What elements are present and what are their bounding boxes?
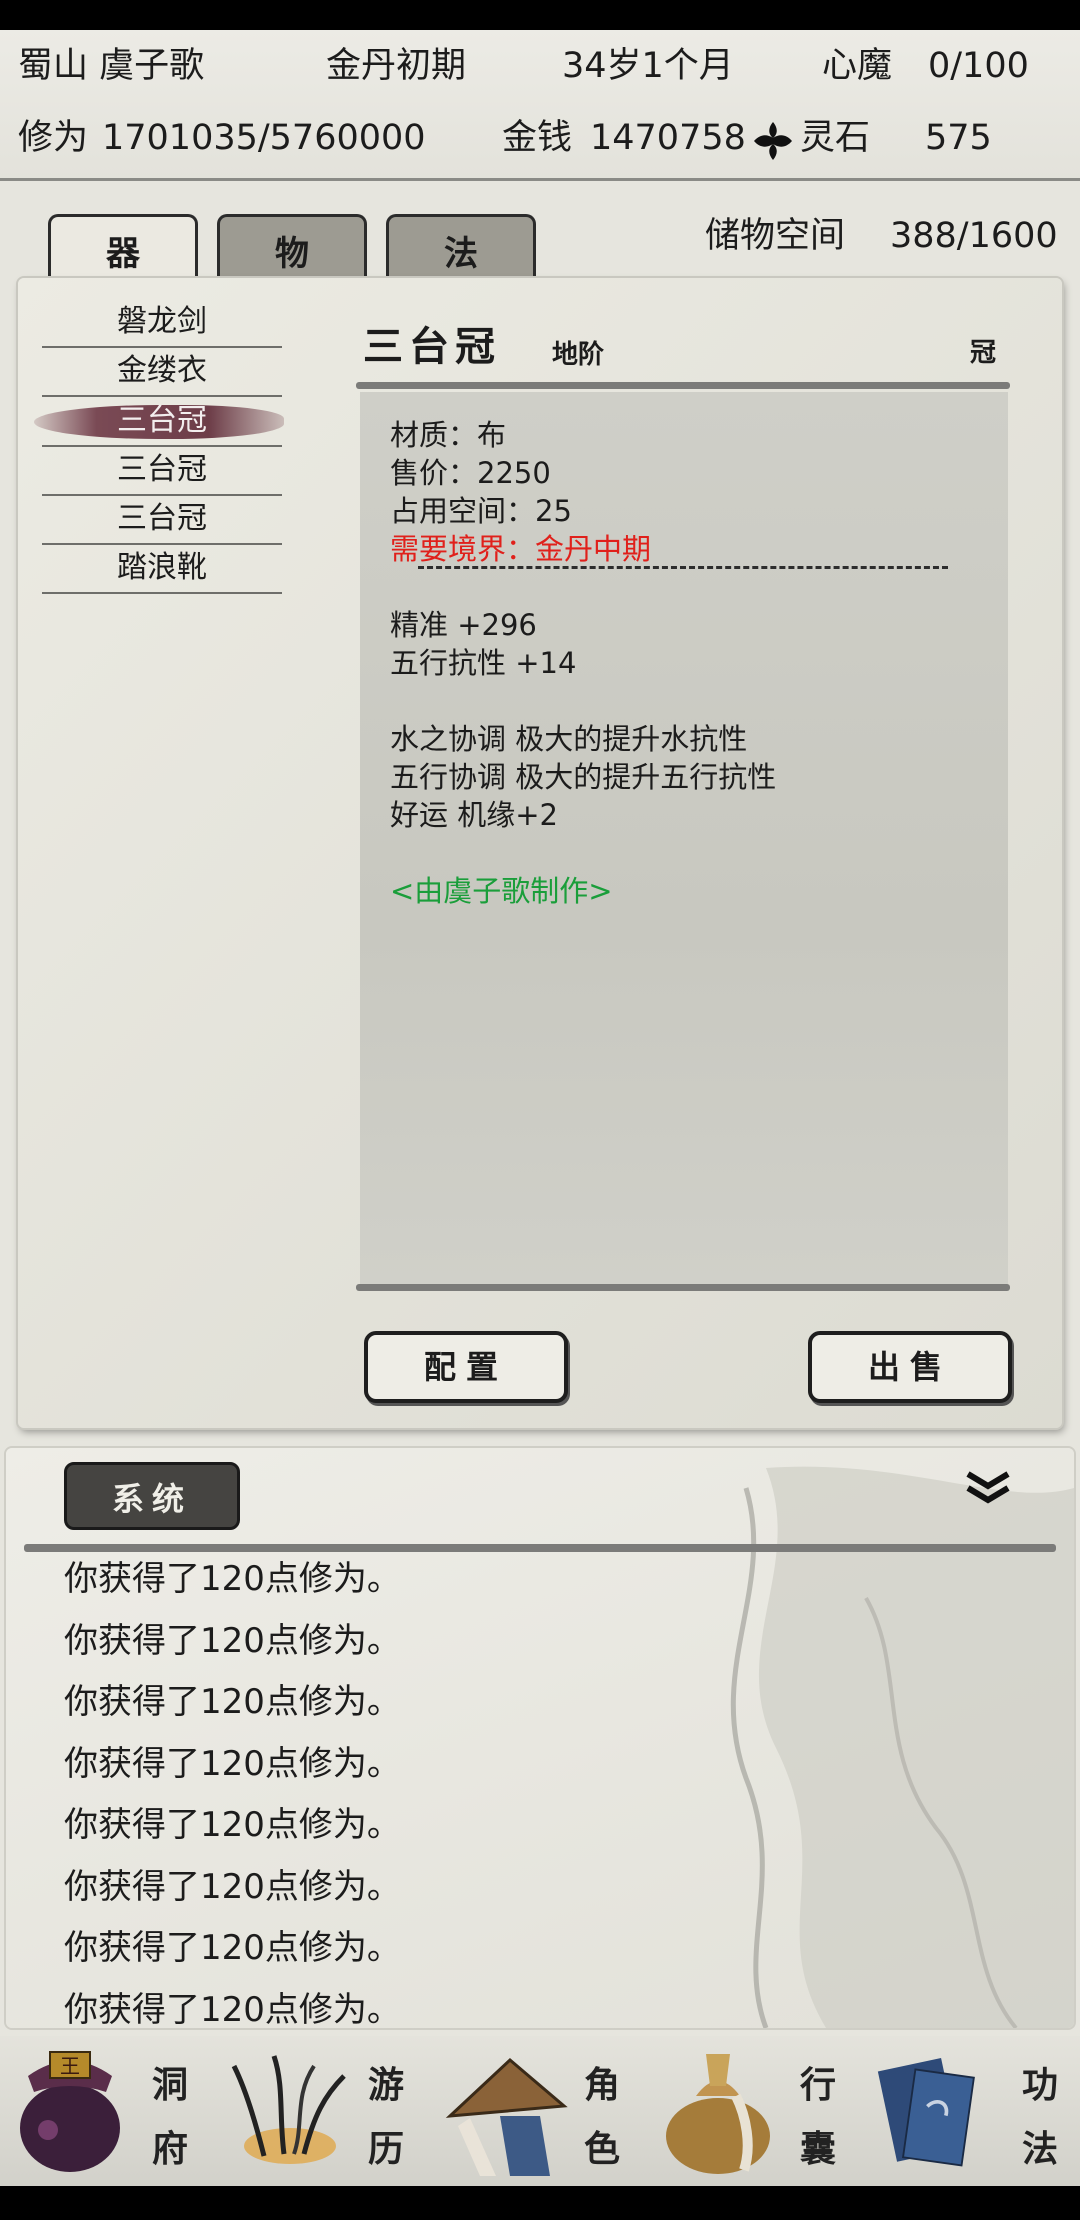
maker-line: <由虞子歌制作>: [390, 874, 613, 908]
nav-cave-char-1: 洞: [152, 2064, 189, 2106]
item-label: 三台冠: [117, 452, 207, 487]
demon-value: 0/100: [928, 46, 1029, 86]
demon-label: 心魔: [822, 46, 893, 86]
spirit-stone-value: 575: [925, 118, 992, 158]
nav-bag-char-1: 行: [800, 2064, 837, 2106]
nav-travel-char-2: 历: [368, 2128, 405, 2170]
status-bar: [0, 0, 1080, 30]
money-value: 1470758: [590, 118, 746, 158]
log-line: 你获得了120点修为。: [64, 1805, 401, 1845]
nav-techniques-char-1: 功: [1022, 2064, 1059, 2106]
nav-bag-char-2: 囊: [800, 2128, 837, 2170]
log-line: 你获得了120点修为。: [64, 1990, 401, 2030]
log-line: 你获得了120点修为。: [64, 1682, 401, 1722]
cave-bag-icon: 王: [20, 2051, 120, 2172]
log-line: 你获得了120点修为。: [64, 1559, 401, 1599]
requirement-line: 需要境界：金丹中期: [390, 532, 652, 566]
effect-line: 水之协调 极大的提升水抗性: [390, 722, 748, 756]
character-header: 蜀山 虞子歌 金丹初期 34岁1个月 心魔 0/100 修为 1701035/5…: [0, 30, 1080, 180]
item-grade: 地阶: [552, 340, 605, 370]
list-item-selected[interactable]: 三台冠: [34, 397, 284, 447]
pouch-icon: [666, 2054, 770, 2174]
item-label: 三台冠: [117, 403, 207, 438]
storage-label: 储物空间: [705, 216, 846, 256]
log-divider: [24, 1544, 1056, 1552]
equip-button[interactable]: 配置: [364, 1331, 568, 1403]
item-label: 踏浪靴: [117, 550, 207, 585]
straw-hat-icon: [445, 2057, 568, 2176]
tab-techniques[interactable]: 法: [386, 214, 536, 282]
nav-cave-char-2: 府: [152, 2128, 189, 2170]
stat-line: 五行抗性 +14: [390, 646, 577, 680]
spirit-stone-icon: [754, 122, 792, 160]
sect-and-name: 蜀山 虞子歌: [18, 46, 205, 86]
money-label: 金钱: [502, 118, 573, 158]
tab-system[interactable]: 系统: [64, 1462, 240, 1530]
space-line: 占用空间：25: [390, 494, 572, 528]
tab-equipment[interactable]: 器: [48, 214, 198, 282]
nav-techniques[interactable]: 功 法: [864, 2036, 1080, 2186]
cultivation-label: 修为: [18, 118, 89, 158]
item-name: 三台冠: [363, 323, 501, 370]
log-line: 你获得了120点修为。: [64, 1867, 401, 1907]
price-line: 售价：2250: [390, 456, 551, 490]
material-line: 材质：布: [390, 418, 507, 452]
list-item[interactable]: 金缕衣: [42, 347, 282, 397]
log-line: 你获得了120点修为。: [64, 1928, 401, 1968]
age-label: 34岁1个月: [562, 46, 734, 86]
list-item[interactable]: 磐龙剑: [42, 298, 282, 348]
sell-button[interactable]: 出售: [808, 1331, 1012, 1403]
item-label: 金缕衣: [117, 353, 207, 388]
list-item[interactable]: 踏浪靴: [42, 544, 282, 594]
item-slot: 冠: [970, 338, 997, 368]
header-divider: [0, 178, 1080, 181]
tab-items[interactable]: 物: [217, 214, 367, 282]
cultivation-value: 1701035/5760000: [102, 118, 426, 158]
herb-icon: [231, 2055, 346, 2164]
detail-top-divider: [356, 382, 1010, 389]
stat-line: 精准 +296: [390, 608, 537, 642]
nav-character-char-1: 角: [584, 2064, 621, 2106]
log-line: 你获得了120点修为。: [64, 1621, 401, 1661]
list-item[interactable]: 三台冠: [42, 495, 282, 545]
item-label: 磐龙剑: [117, 304, 207, 339]
storage-value: 388/1600: [890, 216, 1058, 256]
effect-line: 好运 机缘+2: [390, 798, 558, 832]
effect-line: 五行协调 极大的提升五行抗性: [390, 760, 777, 794]
item-label: 三台冠: [117, 501, 207, 536]
realm-label: 金丹初期: [326, 46, 467, 86]
nav-character-char-2: 色: [584, 2128, 621, 2170]
nav-travel-char-1: 游: [368, 2064, 405, 2106]
list-item[interactable]: 三台冠: [42, 446, 282, 496]
nav-techniques-char-2: 法: [1022, 2128, 1059, 2170]
dashed-separator: [418, 566, 948, 569]
spirit-stone-label: 灵石: [800, 118, 871, 158]
scroll-book-icon: [877, 2058, 975, 2167]
system-navigation-bar: [0, 2186, 1080, 2220]
log-line: 你获得了120点修为。: [64, 1744, 401, 1784]
collapse-chevron-icon[interactable]: [964, 1468, 1012, 1508]
detail-bottom-divider: [356, 1284, 1010, 1291]
svg-text:王: 王: [60, 2054, 80, 2078]
